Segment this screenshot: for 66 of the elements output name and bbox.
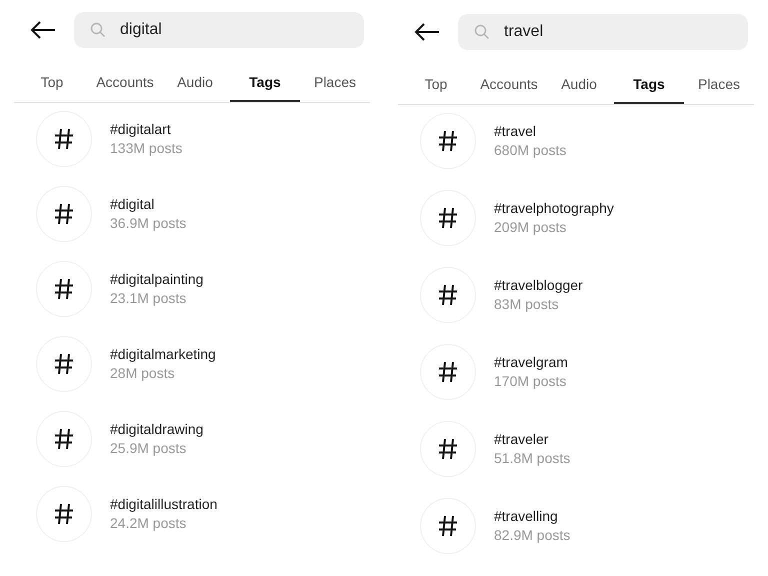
back-arrow-icon[interactable] — [30, 20, 56, 40]
search-icon — [90, 22, 106, 38]
hashtag-icon — [54, 203, 74, 225]
hashtag-avatar[interactable] — [420, 267, 476, 323]
post-count: 83M posts — [494, 295, 560, 314]
hashtag-avatar[interactable] — [36, 336, 92, 392]
hashtag-icon — [438, 438, 458, 460]
post-count: 24.2M posts — [110, 514, 188, 533]
hashtag-icon — [54, 503, 74, 525]
tab[interactable]: Audio — [544, 66, 614, 104]
hashtag-icon — [54, 353, 74, 375]
post-count: 25.9M posts — [110, 439, 188, 458]
hashtag-avatar[interactable] — [36, 111, 92, 167]
post-count: 170M posts — [494, 372, 568, 391]
tab[interactable]: Top — [14, 64, 90, 102]
back-arrow-icon[interactable] — [414, 22, 440, 42]
hashtag-name: #digitalmarketing — [110, 345, 216, 364]
hashtag-icon — [438, 515, 458, 537]
hashtag-name: #travelblogger — [494, 276, 583, 295]
post-count: 28M posts — [110, 364, 176, 383]
tab[interactable]: Accounts — [474, 66, 544, 104]
hashtag-name: #digital — [110, 195, 156, 214]
tab[interactable]: Places — [300, 64, 370, 102]
hashtag-avatar[interactable] — [36, 186, 92, 242]
post-count: 209M posts — [494, 218, 568, 237]
hashtag-name: #digitalart — [110, 120, 172, 139]
hashtag-avatar[interactable] — [420, 113, 476, 169]
hashtag-name: #travelling — [494, 507, 559, 526]
hashtag-name: #traveler — [494, 430, 550, 449]
hashtag-icon — [438, 130, 458, 152]
hashtag-icon — [54, 428, 74, 450]
post-count: 680M posts — [494, 141, 566, 160]
hashtag-name: #digitalpainting — [110, 270, 204, 289]
tab[interactable]: Places — [684, 66, 754, 104]
hashtag-avatar[interactable] — [36, 486, 92, 542]
search-field[interactable]: digital — [74, 12, 364, 48]
hashtag-name: #travelgram — [494, 353, 568, 372]
hashtag-icon — [54, 128, 74, 150]
post-count: 133M posts — [110, 139, 182, 158]
hashtag-avatar[interactable] — [36, 261, 92, 317]
post-count: 51.8M posts — [494, 449, 570, 468]
search-query: digital — [120, 20, 162, 40]
hashtag-name: #travelphotography — [494, 199, 614, 218]
tab[interactable]: Audio — [160, 64, 230, 102]
search-field[interactable]: travel — [458, 14, 748, 50]
hashtag-icon — [438, 361, 458, 383]
post-count: 23.1M posts — [110, 289, 188, 308]
hashtag-avatar[interactable] — [420, 190, 476, 246]
tab[interactable]: Top — [398, 66, 474, 104]
hashtag-name: #travel — [494, 122, 538, 141]
hashtag-icon — [54, 278, 74, 300]
hashtag-icon — [438, 284, 458, 306]
search-query: travel — [504, 22, 544, 42]
post-count: 36.9M posts — [110, 214, 186, 233]
hashtag-icon — [438, 207, 458, 229]
hashtag-avatar[interactable] — [420, 421, 476, 477]
hashtag-avatar[interactable] — [36, 411, 92, 467]
hashtag-avatar[interactable] — [420, 344, 476, 400]
hashtag-name: #digitalillustration — [110, 495, 218, 514]
hashtag-avatar[interactable] — [420, 498, 476, 554]
hashtag-name: #digitaldrawing — [110, 420, 204, 439]
tab[interactable]: Accounts — [90, 64, 160, 102]
search-icon — [474, 24, 490, 40]
post-count: 82.9M posts — [494, 526, 570, 545]
tab[interactable]: Tags — [614, 66, 684, 104]
tab[interactable]: Tags — [230, 64, 300, 102]
